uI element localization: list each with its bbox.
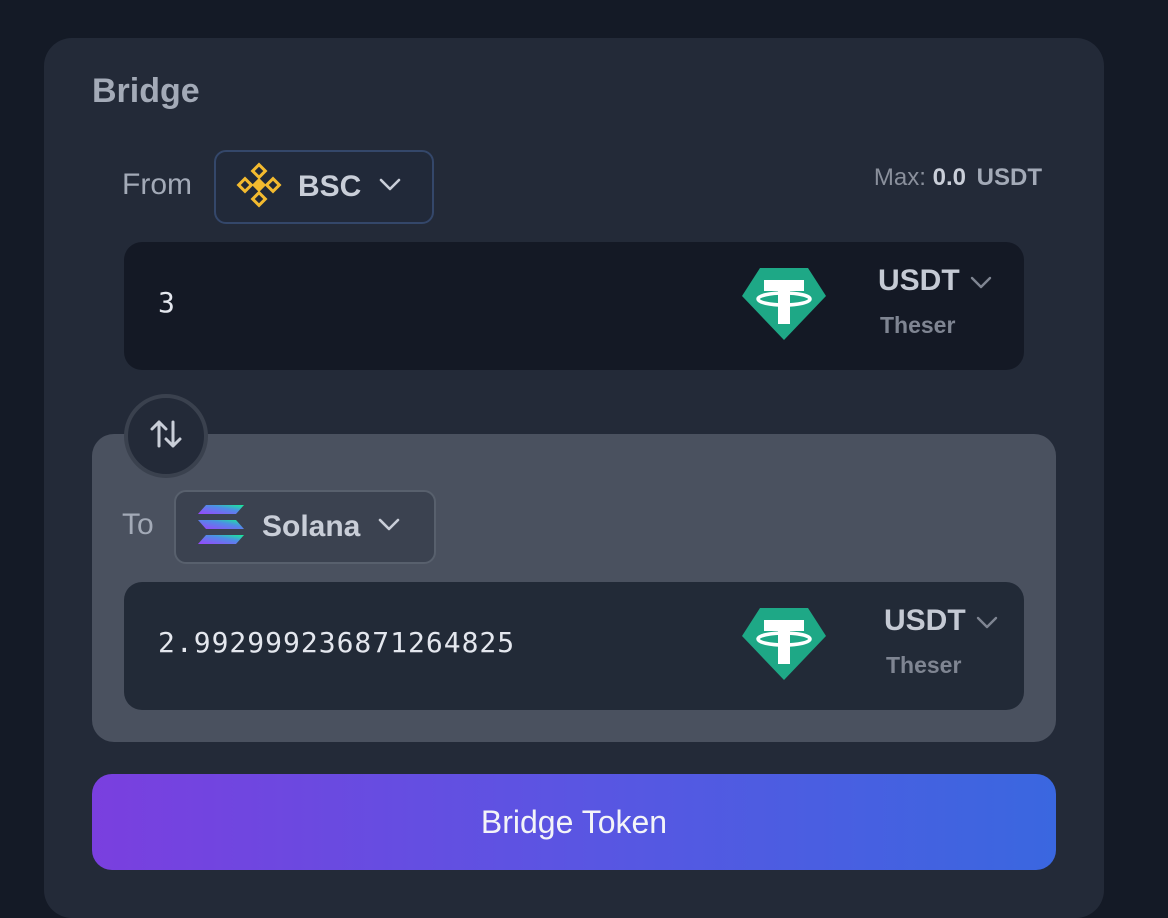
- chevron-down-icon: [378, 518, 400, 537]
- solana-icon: [196, 503, 246, 552]
- to-label: To: [122, 508, 154, 541]
- to-chain-select[interactable]: Solana: [174, 490, 436, 564]
- chevron-down-icon: [379, 178, 401, 197]
- from-label: From: [122, 168, 192, 201]
- swap-direction-button[interactable]: [124, 394, 208, 478]
- bridge-token-button[interactable]: Bridge Token: [92, 774, 1056, 870]
- binance-icon: [236, 162, 282, 213]
- from-token-symbol: USDT: [878, 264, 960, 297]
- max-unit: USDT: [976, 164, 1042, 191]
- to-token-name: Theser: [886, 652, 962, 678]
- bridge-card: Bridge From BSC Max: 0.0 USDT 3 USDT The…: [44, 38, 1104, 918]
- to-token-symbol: USDT: [884, 604, 966, 637]
- to-amount-box: USDT Theser: [124, 582, 1024, 710]
- max-label: Max:: [873, 164, 926, 191]
- swap-arrows-icon: [148, 416, 184, 457]
- from-chain-name: BSC: [298, 170, 362, 203]
- from-token-name: Theser: [880, 312, 956, 338]
- chevron-down-icon: [970, 264, 992, 298]
- to-amount-output: [158, 626, 718, 659]
- from-token-select[interactable]: USDT Theser: [878, 264, 992, 339]
- from-chain-select[interactable]: BSC: [214, 150, 434, 224]
- tether-icon: [740, 266, 828, 342]
- max-balance: Max: 0.0 USDT: [874, 164, 1042, 192]
- to-token-select[interactable]: USDT Theser: [884, 604, 998, 679]
- chevron-down-icon: [976, 604, 998, 638]
- tether-icon: [740, 606, 828, 682]
- from-amount-box: USDT Theser: [124, 242, 1024, 370]
- page-title: Bridge: [92, 72, 200, 110]
- max-value: 0.0: [932, 164, 966, 191]
- to-chain-name: Solana: [262, 510, 361, 543]
- from-amount-input[interactable]: [158, 286, 718, 319]
